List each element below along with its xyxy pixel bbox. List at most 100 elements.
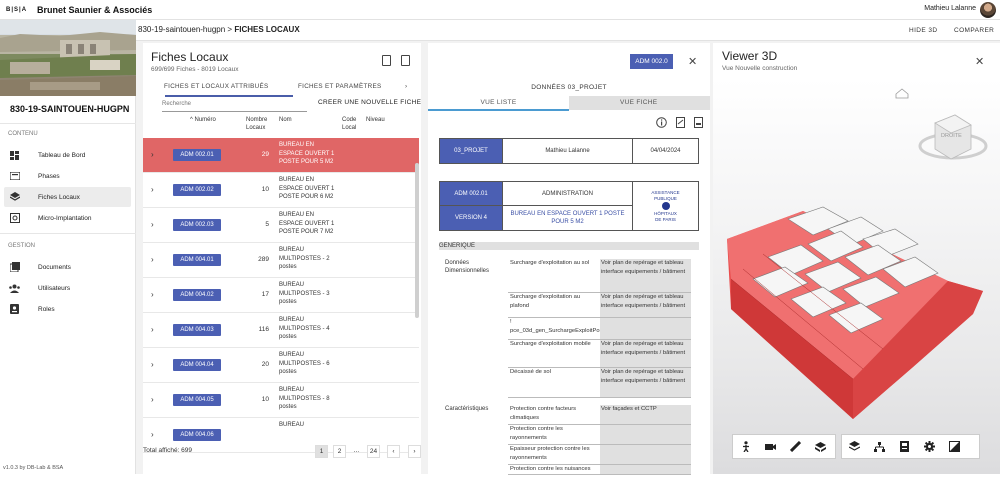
target-icon [9,213,20,224]
parameter-value[interactable]: Voir plan de repérage et tableau interfa… [600,340,691,367]
table-row[interactable]: › ADM 004.02 17 BUREAU MULTIPOSTES - 3 post… [143,278,419,313]
table-row[interactable]: › ADM 004.01 289 BUREAU MULTIPOSTES - 2 pos… [143,243,419,278]
expand-chevron-icon[interactable]: › [151,255,154,264]
page-1[interactable]: 1 [315,445,328,458]
active-view-indicator [428,109,569,111]
characteristic-value[interactable] [600,425,691,444]
sidebar-item-micro-implantation[interactable]: Micro-Implantation [4,208,131,228]
characteristic-value[interactable] [600,445,691,464]
create-fiche-button[interactable]: CRÉER UNE NOUVELLE FICHE [318,99,424,111]
parameter-value[interactable]: Voir plan de repérage et tableau interfa… [600,293,691,317]
column-code[interactable]: Code Local [342,116,360,132]
dashboard-icon [9,150,20,161]
column-nombre[interactable]: Nombre Locaux [246,116,274,132]
top-bar: B|S|A Brunet Saunier & Associés Mathieu … [0,0,1000,20]
edit-doc-icon[interactable] [675,115,686,128]
fiche-code[interactable]: ADM 002.02 [173,184,221,196]
expand-chevron-icon[interactable]: › [151,185,154,194]
section-box-icon[interactable] [808,436,833,458]
parameter-name: ! pce_03d_gen_SurchargeExploitPonct/Spe [510,319,620,334]
tab-fiches-locaux[interactable]: FICHES ET LOCAUX ATTRIBUÉS [164,83,269,90]
expand-chevron-icon[interactable]: › [151,360,154,369]
viewer-panel: Viewer 3D Vue Nouvelle construction ✕ DR… [713,43,1000,474]
table-row[interactable]: › ADM 002.01 29 BUREAU EN ESPACE OUVERT 1 P… [143,138,419,173]
sidebar-item-users[interactable]: Utilisateurs [4,278,131,298]
viewer-3d-canvas[interactable]: DROITE [713,79,1000,474]
expand-chevron-icon[interactable]: › [151,220,154,229]
page-2[interactable]: 2 [333,445,346,458]
prev-page-button[interactable]: ‹ [387,445,400,458]
tab-scroll-right-icon[interactable]: › [405,83,407,90]
expand-chevron-icon[interactable]: › [151,430,154,439]
sidebar-item-dashboard[interactable]: Tableau de Bord [4,145,131,165]
camera-icon[interactable] [758,436,783,458]
home-icon [895,88,909,99]
id-badge-icon [9,304,20,315]
expand-chevron-icon[interactable]: › [151,290,154,299]
model-layers-icon[interactable] [842,436,867,458]
properties-icon[interactable] [892,436,917,458]
avatar[interactable] [980,2,996,18]
characteristic-value[interactable]: Voir façades et CCTP [600,405,691,424]
fiche-code[interactable]: ADM 004.03 [173,324,221,336]
column-numero[interactable]: ^ Numéro [190,116,216,124]
info-icon[interactable] [656,115,667,128]
next-page-button[interactable]: › [408,445,421,458]
close-viewer-icon[interactable]: ✕ [975,55,984,68]
page-24[interactable]: 24 [367,445,380,458]
sidebar-item-phases[interactable]: Phases [4,166,131,186]
tab-fiches-parametres[interactable]: FICHES ET PARAMÈTRES [298,83,381,90]
walk-icon[interactable] [733,436,758,458]
structure-tree-icon[interactable] [867,436,892,458]
table-row[interactable]: › ADM 002.02 10 BUREAU EN ESPACE OUVERT 1 P… [143,173,419,208]
search-input[interactable]: Recherche [162,101,307,112]
tab-vue-fiche[interactable]: VUE FICHE [620,99,657,106]
fullscreen-icon[interactable] [942,436,967,458]
pdf-icon[interactable] [693,115,704,128]
expand-chevron-icon[interactable]: › [151,150,154,159]
fiche-name: BUREAU MULTIPOSTES - 3 postes [279,282,330,305]
table-row[interactable]: › ADM 004.04 20 BUREAU MULTIPOSTES - 6 post… [143,348,419,383]
hide-3d-button[interactable]: HIDE 3D [909,27,937,34]
measure-icon[interactable] [783,436,808,458]
fiche-code[interactable]: ADM 002.03 [173,219,221,231]
export-file-icon[interactable] [401,55,410,66]
locaux-count: 116 [258,326,269,333]
fiche-code[interactable]: ADM 004.02 [173,289,221,301]
sidebar-item-label: Utilisateurs [38,284,71,292]
fiche-code-badge[interactable]: ADM 002.0 [630,54,673,69]
fiche-code[interactable]: ADM 004.04 [173,359,221,371]
user-name[interactable]: Mathieu Lalanne [924,5,976,12]
parameter-value[interactable]: Voir plan de repérage et tableau interfa… [600,368,691,397]
sidebar-item-label: Fiches Locaux [38,193,80,201]
fiche-code[interactable]: ADM 004.01 [173,254,221,266]
company-name: Brunet Saunier & Associés [37,4,153,15]
section-generique: GENERIQUE [439,242,699,250]
sidebar-item-documents[interactable]: Documents [4,257,131,277]
column-nom[interactable]: Nom [279,116,292,124]
expand-chevron-icon[interactable]: › [151,395,154,404]
parameter-value[interactable]: Voir plan de repérage et tableau interfa… [600,259,691,292]
fiche-code[interactable]: ADM 004.05 [173,394,221,406]
fiche-code[interactable]: ADM 002.01 [173,149,221,161]
close-icon[interactable]: ✕ [688,55,697,68]
expand-chevron-icon[interactable]: › [151,325,154,334]
breadcrumb-project[interactable]: 830-19-saintouen-hugpn [138,25,225,34]
table-row[interactable]: › ADM 004.03 116 BUREAU MULTIPOSTES - 4 pos… [143,313,419,348]
tab-vue-liste[interactable]: VUE LISTE [428,96,569,110]
parameter-name: Décaissé de sol [510,369,551,375]
fiche-code[interactable]: ADM 004.06 [173,429,221,441]
column-niveau[interactable]: Niveau [366,116,385,124]
company-logo: B|S|A [6,6,28,13]
export-pdf-icon[interactable] [382,55,391,66]
sidebar-item-fiches-locaux[interactable]: Fiches Locaux [4,187,131,207]
aphp-logo: ASSISTANCE PUBLIQUE HÔPITAUX DE PARIS [632,181,699,231]
characteristic-value[interactable] [600,465,691,474]
table-row[interactable]: › ADM 004.05 10 BUREAU MULTIPOSTES - 8 post… [143,383,419,418]
table-row[interactable]: › ADM 002.03 5 BUREAU EN ESPACE OUVERT 1 PO… [143,208,419,243]
sidebar-item-roles[interactable]: Roles [4,299,131,319]
scrollbar[interactable] [415,163,419,318]
compare-button[interactable]: COMPARER [954,27,994,34]
parameter-value[interactable] [600,318,691,339]
settings-gear-icon[interactable] [917,436,942,458]
